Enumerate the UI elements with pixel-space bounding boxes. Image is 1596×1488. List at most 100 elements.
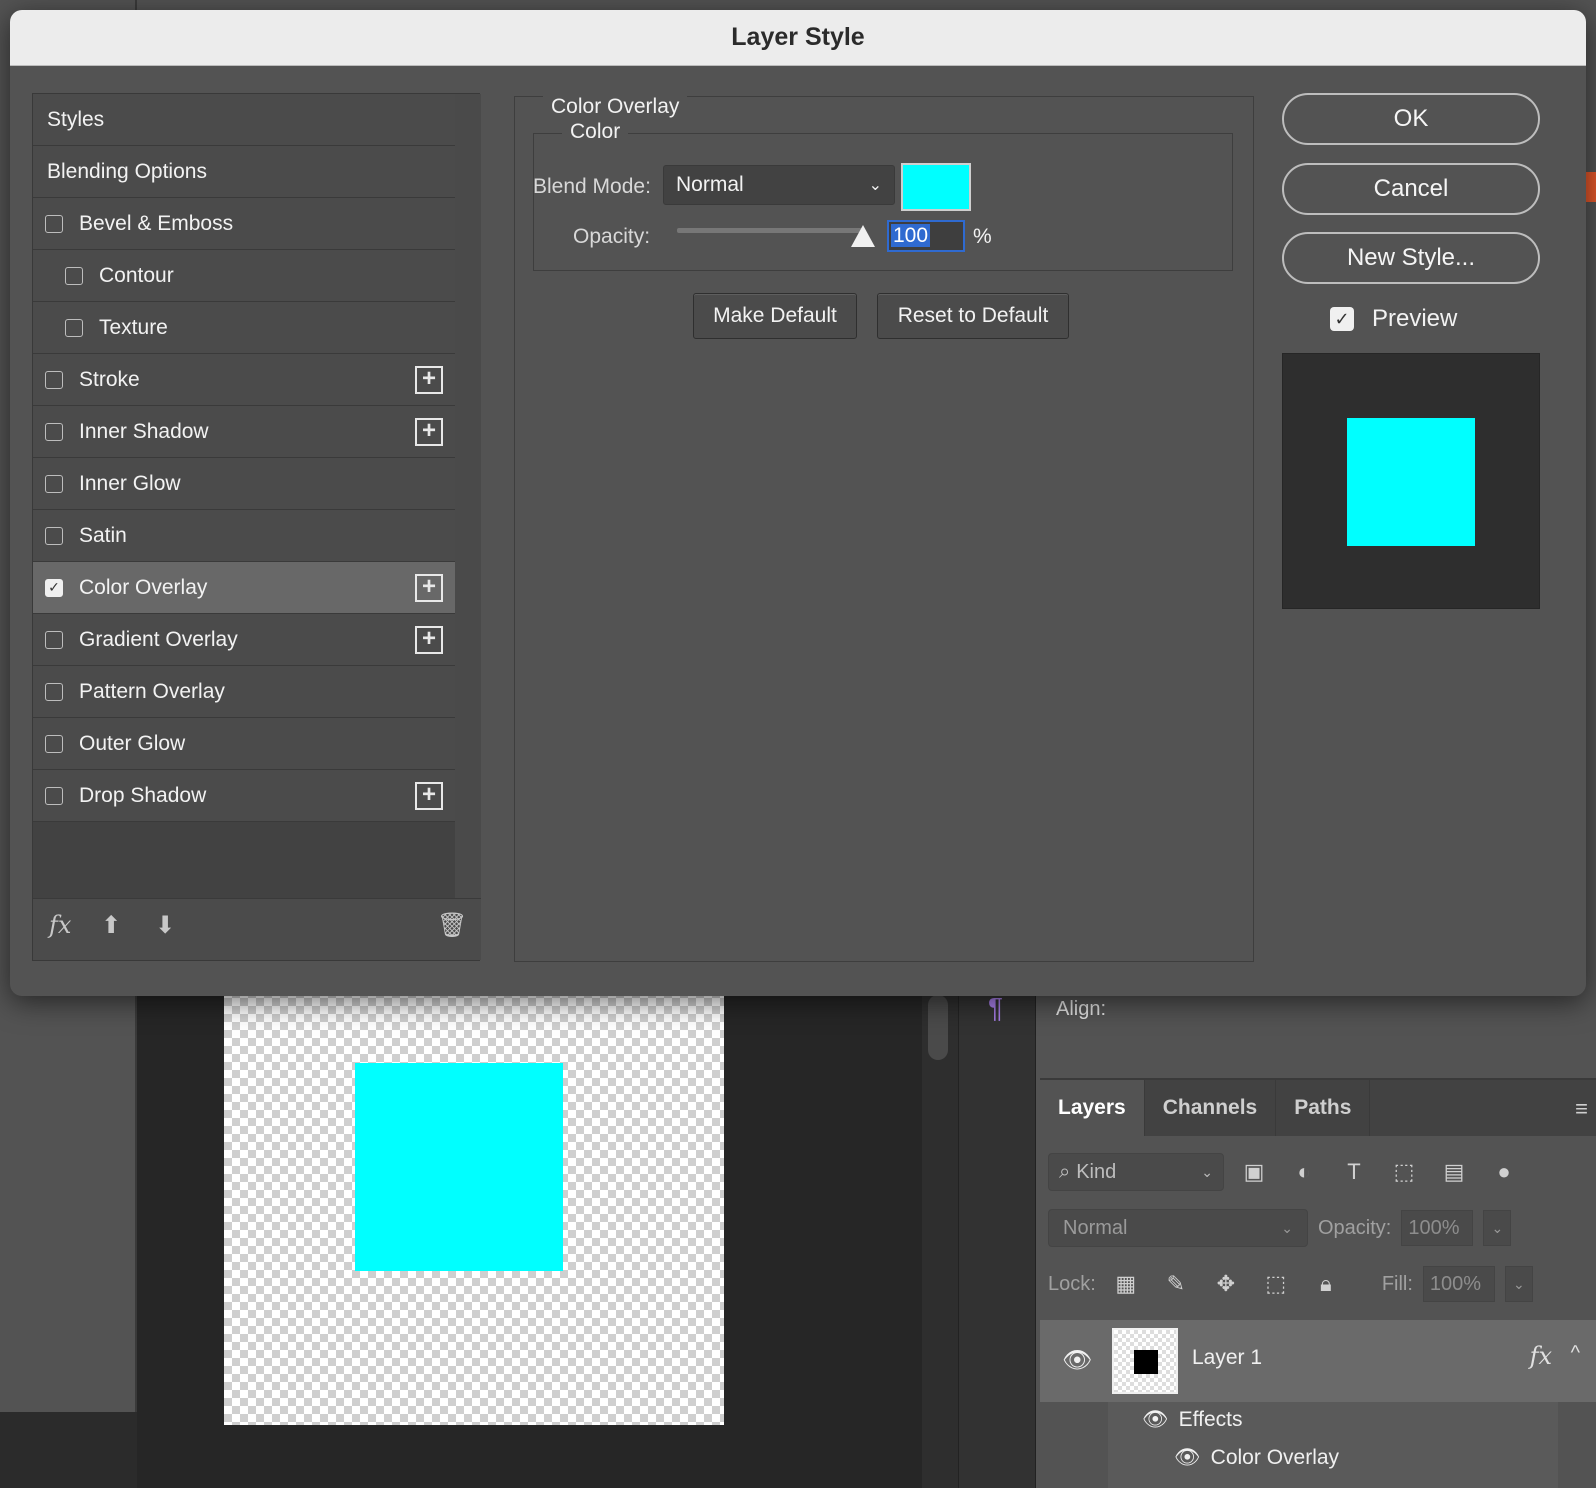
shape-filter-icon[interactable]: ⬚ [1384, 1159, 1424, 1185]
layer-thumbnail[interactable] [1112, 1328, 1178, 1394]
opacity-input[interactable]: 100 [887, 220, 965, 252]
layer-thumbnail-content [1134, 1350, 1158, 1374]
lock-label: Lock: [1048, 1272, 1096, 1295]
chevron-down-icon: ⌄ [868, 177, 882, 194]
blend-mode-select[interactable]: Normal ⌄ [663, 165, 895, 205]
opacity-unit: % [973, 225, 992, 248]
add-effect-instance-icon[interactable]: + [415, 574, 443, 602]
styles-list: Styles Blending Options Bevel & Emboss Cont… [33, 94, 455, 894]
style-checkbox[interactable]: ✓ [45, 578, 63, 597]
opacity-input-value: 100 [891, 224, 931, 247]
add-effect-instance-icon[interactable]: + [415, 626, 443, 654]
move-down-icon[interactable]: ⬇ [155, 911, 175, 940]
opacity-slider-track[interactable] [677, 228, 863, 233]
style-checkbox[interactable] [45, 474, 63, 493]
preview-checkbox[interactable]: ✓ [1330, 307, 1354, 331]
tab-layers[interactable]: Layers [1040, 1080, 1145, 1136]
style-item-styles[interactable]: Styles [33, 94, 455, 146]
style-item-contour[interactable]: Contour [33, 250, 455, 302]
style-item-texture[interactable]: Texture [33, 302, 455, 354]
style-checkbox[interactable] [45, 526, 63, 545]
move-up-icon[interactable]: ⬆ [101, 911, 121, 940]
color-overlay-settings: Color Overlay Color Blend Mode: Normal ⌄… [514, 95, 1254, 962]
type-filter-icon[interactable]: T [1334, 1159, 1374, 1185]
style-item-label: Inner Glow [79, 471, 181, 495]
lock-artboard-icon[interactable]: ⬚ [1256, 1271, 1296, 1297]
effects-label: Effects [1178, 1408, 1243, 1431]
paragraph-tool-icon[interactable]: ¶ [988, 992, 1003, 1024]
style-item-satin[interactable]: Satin [33, 510, 455, 562]
image-filter-icon[interactable]: ▣ [1234, 1159, 1274, 1185]
style-checkbox[interactable] [45, 422, 63, 441]
style-checkbox[interactable] [45, 370, 63, 389]
lock-pixels-icon[interactable]: ✎ [1156, 1271, 1196, 1297]
style-item-outer-glow[interactable]: Outer Glow [33, 718, 455, 770]
lock-transparency-icon[interactable]: ▦ [1106, 1271, 1146, 1297]
style-checkbox[interactable] [65, 266, 83, 285]
style-item-pattern-overlay[interactable]: Pattern Overlay [33, 666, 455, 718]
style-item-color-overlay[interactable]: ✓ Color Overlay + [33, 562, 455, 614]
layer-name[interactable]: Layer 1 [1192, 1346, 1262, 1370]
style-item-bevel-emboss[interactable]: Bevel & Emboss [33, 198, 455, 250]
add-effect-instance-icon[interactable]: + [415, 366, 443, 394]
opacity-dropdown-icon[interactable]: ⌄ [1483, 1210, 1512, 1246]
tab-paths[interactable]: Paths [1276, 1080, 1371, 1136]
lock-position-icon[interactable]: ✥ [1206, 1271, 1246, 1297]
style-item-label: Drop Shadow [79, 783, 207, 807]
style-item-blending-options[interactable]: Blending Options [33, 146, 455, 198]
style-checkbox[interactable] [45, 734, 63, 753]
layer-row[interactable]: 👁︎ Layer 1 fx ^ [1040, 1320, 1596, 1402]
opacity-label: Opacity: [573, 225, 651, 248]
style-checkbox[interactable] [45, 214, 63, 233]
effect-color-overlay-row[interactable]: 👁︎ Color Overlay [1174, 1446, 1339, 1470]
effects-eye-icon[interactable]: 👁︎ [1142, 1408, 1169, 1432]
cancel-button[interactable]: Cancel [1282, 163, 1540, 215]
smart-object-filter-icon[interactable]: ▤ [1434, 1159, 1474, 1185]
panel-menu-icon[interactable]: ≡ [1575, 1096, 1588, 1122]
style-item-stroke[interactable]: Stroke + [33, 354, 455, 406]
style-item-label: Texture [99, 315, 168, 339]
style-item-inner-glow[interactable]: Inner Glow [33, 458, 455, 510]
style-item-label: Styles [47, 107, 105, 131]
add-effect-instance-icon[interactable]: + [415, 418, 443, 446]
layer-filter-row: ⌕ Kind ⌄ ▣ ◐ T ⬚ ▤ ● [1048, 1152, 1596, 1192]
fx-icon[interactable]: fx [49, 911, 71, 939]
style-item-drop-shadow[interactable]: Drop Shadow + [33, 770, 455, 822]
style-item-inner-shadow[interactable]: Inner Shadow + [33, 406, 455, 458]
filter-toggle-icon[interactable]: ● [1484, 1159, 1524, 1185]
effects-row[interactable]: 👁︎ Effects [1142, 1408, 1242, 1432]
ok-button[interactable]: OK [1282, 93, 1540, 145]
style-checkbox[interactable] [65, 318, 83, 337]
collapse-effects-icon[interactable]: ^ [1571, 1342, 1580, 1365]
add-effect-instance-icon[interactable]: + [415, 782, 443, 810]
filter-kind-select[interactable]: ⌕ Kind ⌄ [1048, 1153, 1224, 1191]
preview-toggle[interactable]: ✓ Preview [1330, 305, 1457, 333]
layers-panel-tabs: Layers Channels Paths [1040, 1080, 1596, 1136]
trash-icon[interactable]: 🗑︎ [437, 911, 467, 940]
fill-field[interactable]: 100% [1422, 1266, 1495, 1302]
lock-all-icon[interactable]: 🔒︎ [1306, 1271, 1346, 1297]
canvas-cyan-square [355, 1063, 563, 1271]
overlay-color-swatch[interactable] [901, 163, 971, 211]
canvas-scrollbar[interactable] [922, 990, 958, 1488]
layer-blend-mode-select[interactable]: Normal ⌄ [1048, 1209, 1308, 1247]
new-style-button[interactable]: New Style... [1282, 232, 1540, 284]
fx-icon[interactable]: fx [1530, 1342, 1552, 1370]
layer-opacity-field[interactable]: 100% [1401, 1210, 1474, 1246]
visibility-eye-icon[interactable]: 👁︎ [1062, 1346, 1092, 1375]
opacity-slider-thumb[interactable] [851, 225, 875, 247]
fill-dropdown-icon[interactable]: ⌄ [1504, 1266, 1533, 1302]
style-item-label: Blending Options [47, 159, 207, 183]
style-checkbox[interactable] [45, 682, 63, 701]
reset-to-default-button[interactable]: Reset to Default [877, 293, 1069, 339]
styles-list-scrollbar[interactable] [455, 94, 481, 900]
make-default-button[interactable]: Make Default [693, 293, 857, 339]
style-item-gradient-overlay[interactable]: Gradient Overlay + [33, 614, 455, 666]
adjustment-filter-icon[interactable]: ◐ [1284, 1159, 1324, 1185]
chevron-down-icon: ⌄ [1281, 1219, 1293, 1236]
style-checkbox[interactable] [45, 786, 63, 805]
effect-eye-icon[interactable]: 👁︎ [1174, 1446, 1201, 1470]
canvas-scrollbar-thumb[interactable] [928, 995, 948, 1060]
style-checkbox[interactable] [45, 630, 63, 649]
tab-channels[interactable]: Channels [1145, 1080, 1277, 1136]
